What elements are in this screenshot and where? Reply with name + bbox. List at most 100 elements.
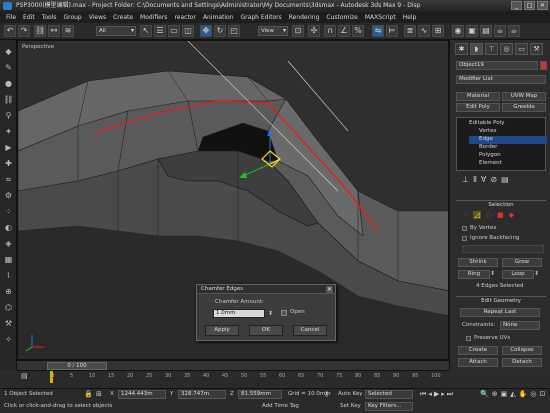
uvw-map-button[interactable]: UVW Map (502, 92, 546, 101)
stack-item-element[interactable]: Element (469, 160, 547, 168)
menu-animation[interactable]: Animation (203, 14, 234, 21)
orbit-icon[interactable]: ◎ (530, 390, 536, 398)
minimize-button[interactable]: _ (511, 1, 522, 10)
select-move-icon[interactable]: ✥ (200, 25, 212, 37)
spacewarp-icon[interactable]: ≈ (3, 174, 14, 185)
compound-icon[interactable]: ◐ (3, 222, 14, 233)
next-frame-icon[interactable]: ▸ (441, 390, 445, 399)
teapot-render-icon[interactable]: ☕ (508, 25, 520, 37)
loop-spinner-icon[interactable]: ⬍ (534, 270, 542, 279)
angle-snap-icon[interactable]: ∠ (338, 25, 350, 37)
sphere-icon[interactable]: ● (3, 78, 14, 89)
pivot-center-icon[interactable]: ⊡ (292, 25, 304, 37)
time-slider-thumb[interactable]: 0 / 100 (47, 362, 107, 370)
unlink-icon[interactable]: ⚯ (48, 25, 60, 37)
hierarchy-tab-icon[interactable]: ⊤ (485, 43, 498, 55)
field-of-view-icon[interactable]: ◭ (510, 390, 515, 398)
menu-graph-editors[interactable]: Graph Editors (241, 14, 282, 21)
element-level-icon[interactable]: ◆ (509, 211, 514, 219)
remove-modifier-icon[interactable]: ⊘ (490, 175, 497, 187)
paint-icon[interactable]: ✎ (3, 62, 14, 73)
key-icon[interactable]: ⚷ (324, 390, 334, 399)
menu-create[interactable]: Create (113, 14, 133, 21)
show-end-result-icon[interactable]: Ⅱ (473, 175, 477, 187)
stack-item-editable-poly[interactable]: Editable Poly (459, 120, 537, 128)
cancel-button[interactable]: Cancel (293, 325, 327, 336)
y-coordinate-field[interactable]: 328.747m (178, 390, 226, 399)
menu-views[interactable]: Views (89, 14, 106, 21)
z-coordinate-field[interactable]: 81.559mm (238, 390, 282, 399)
open-checkbox[interactable] (281, 310, 287, 316)
pin-stack-icon[interactable]: ⊥ (462, 175, 469, 187)
snaps-toggle-icon[interactable]: ∩ (324, 25, 336, 37)
dialog-close-icon[interactable]: ✕ (326, 286, 333, 293)
go-to-end-icon[interactable]: ⏭ (447, 390, 453, 399)
menu-edit[interactable]: Edit (23, 14, 35, 21)
shrink-button[interactable]: Shrink (458, 258, 498, 267)
maximize-viewport-icon[interactable]: ⊡ (539, 390, 545, 398)
select-object-icon[interactable]: ↖ (140, 25, 152, 37)
preserve-uvs-checkbox[interactable] (466, 336, 471, 341)
play-icon[interactable]: ▶ (434, 390, 439, 399)
menu-file[interactable]: File (6, 14, 16, 21)
collapse-button[interactable]: Collapse (502, 346, 542, 355)
greeble-button[interactable]: Greeble (502, 103, 546, 112)
zoom-all-icon[interactable]: ⊕ (492, 390, 498, 398)
script-icon[interactable]: ✧ (3, 334, 14, 345)
menu-group[interactable]: Group (63, 14, 81, 21)
time-slider[interactable]: 0 / 100 (17, 360, 449, 370)
reference-coordinate-dropdown[interactable]: View (258, 26, 288, 36)
rectangular-selection-icon[interactable]: ▭ (168, 25, 180, 37)
object-name-field[interactable]: Object19 (456, 61, 538, 70)
render-setup-icon[interactable]: ▣ (466, 25, 478, 37)
window-crossing-icon[interactable]: ◫ (182, 25, 194, 37)
motion-tab-icon[interactable]: ◎ (500, 43, 513, 55)
undo-icon[interactable]: ↶ (4, 25, 16, 37)
key-mode-icon[interactable]: ▤ (21, 372, 31, 382)
link-icon[interactable]: ⛓ (3, 94, 14, 105)
set-key-button[interactable]: Set Key (340, 403, 361, 409)
layer-manager-icon[interactable]: ≣ (404, 25, 416, 37)
helper-icon[interactable]: ✚ (3, 158, 14, 169)
repeat-last-button[interactable]: Repeat Last (460, 308, 540, 317)
selection-rollout-title[interactable]: Selection (456, 200, 546, 208)
close-button[interactable]: ✕ (537, 1, 548, 10)
absolute-mode-icon[interactable]: ⊞ (96, 390, 105, 399)
maximize-button[interactable]: □ (524, 1, 535, 10)
particles-icon[interactable]: ⁘ (3, 206, 14, 217)
menu-customize[interactable]: Customize (326, 14, 358, 21)
bones-icon[interactable]: ⚲ (3, 110, 14, 121)
polygon-level-icon[interactable]: ■ (497, 211, 504, 219)
schematic-view-icon[interactable]: ⊞ (432, 25, 444, 37)
zoom-icon[interactable]: 🔍 (480, 390, 489, 398)
graphite-tool-icon[interactable]: ◆ (3, 46, 14, 57)
select-link-icon[interactable]: ⛓ (34, 25, 46, 37)
light-icon[interactable]: ✦ (3, 126, 14, 137)
select-by-name-icon[interactable]: ☰ (154, 25, 166, 37)
select-rotate-icon[interactable]: ↻ (214, 25, 226, 37)
pan-icon[interactable]: ✋ (519, 390, 528, 398)
selected-dropdown[interactable]: Selected (365, 390, 413, 399)
ring-button[interactable]: Ring (458, 270, 490, 279)
menu-rendering[interactable]: Rendering (289, 14, 320, 21)
by-vertex-checkbox[interactable] (462, 226, 467, 231)
key-filters-button[interactable]: Key Filters... (365, 402, 413, 411)
lock-selection-icon[interactable]: 🔒 (84, 390, 93, 399)
align-icon[interactable]: ⊨ (386, 25, 398, 37)
select-scale-icon[interactable]: ◰ (228, 25, 240, 37)
menu-maxscript[interactable]: MAXScript (365, 14, 396, 21)
ignore-backfacing-checkbox[interactable] (462, 236, 467, 241)
auto-key-button[interactable]: Auto Key (338, 391, 363, 397)
utility-icon[interactable]: ⚒ (3, 318, 14, 329)
create-button[interactable]: Create (458, 346, 498, 355)
zoom-extents-icon[interactable]: ▣ (501, 390, 508, 398)
x-coordinate-field[interactable]: 1244.443m (118, 390, 166, 399)
selection-filter-dropdown[interactable]: All (96, 26, 136, 36)
system-icon[interactable]: ⚙ (3, 190, 14, 201)
material-editor-icon[interactable]: ◉ (452, 25, 464, 37)
curve-editor-icon[interactable]: ∿ (418, 25, 430, 37)
mirror-icon[interactable]: ⇋ (372, 25, 384, 37)
quick-render-icon[interactable]: ☕ (494, 25, 506, 37)
track-bar[interactable]: ▤ 0 5 10 15 20 25 30 35 40 45 50 55 60 6… (17, 370, 449, 388)
hair-icon[interactable]: ⌇ (3, 270, 14, 281)
